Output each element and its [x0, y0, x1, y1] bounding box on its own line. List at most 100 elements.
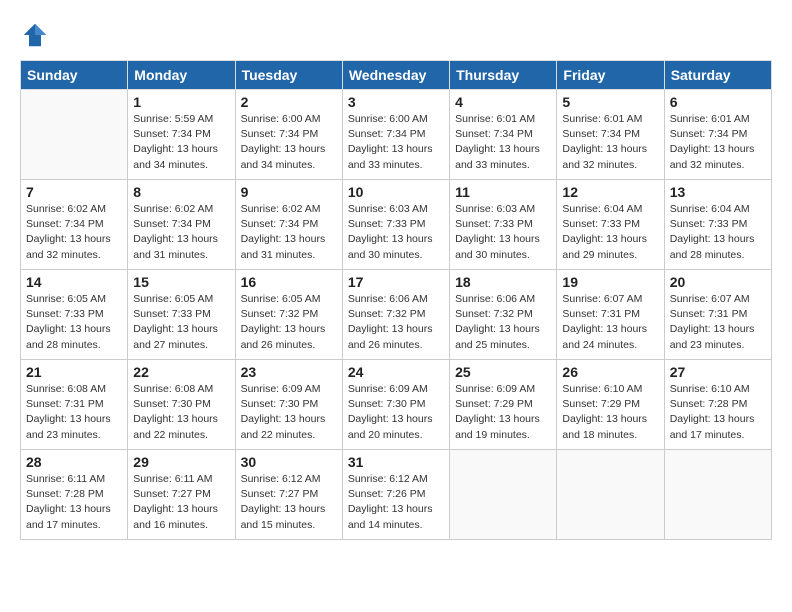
- calendar-cell: 18Sunrise: 6:06 AM Sunset: 7:32 PM Dayli…: [450, 270, 557, 360]
- calendar-cell: 5Sunrise: 6:01 AM Sunset: 7:34 PM Daylig…: [557, 90, 664, 180]
- day-info: Sunrise: 6:02 AM Sunset: 7:34 PM Dayligh…: [241, 202, 337, 263]
- day-number: 17: [348, 274, 444, 290]
- day-number: 20: [670, 274, 766, 290]
- weekday-monday: Monday: [128, 61, 235, 90]
- calendar-cell: 30Sunrise: 6:12 AM Sunset: 7:27 PM Dayli…: [235, 450, 342, 540]
- week-row-5: 28 Sunrise: 6:11 AM Sunset: 7:28 PM Dayli…: [21, 450, 772, 540]
- day-number: 29: [133, 454, 229, 470]
- day-info: Sunrise: 6:11 AM Sunset: 7:27 PM Dayligh…: [133, 472, 229, 533]
- calendar-cell: 27 Sunrise: 6:10 AM Sunset: 7:28 PM Dayli…: [664, 360, 771, 450]
- day-info: Sunrise: 6:12 AM Sunset: 7:27 PM Dayligh…: [241, 472, 337, 533]
- day-info: Sunrise: 6:06 AM Sunset: 7:32 PM Dayligh…: [348, 292, 444, 353]
- calendar-cell: 24 Sunrise: 6:09 AM Sunset: 7:30 PM Dayli…: [342, 360, 449, 450]
- calendar-cell: 19Sunrise: 6:07 AM Sunset: 7:31 PM Dayli…: [557, 270, 664, 360]
- day-info: Sunrise: 6:10 AM Sunset: 7:28 PM Dayligh…: [670, 382, 766, 443]
- day-number: 21: [26, 364, 122, 380]
- calendar-cell: 13 Sunrise: 6:04 AM Sunset: 7:33 PM Dayli…: [664, 180, 771, 270]
- day-info: Sunrise: 6:05 AM Sunset: 7:32 PM Dayligh…: [241, 292, 337, 353]
- day-info: Sunrise: 6:03 AM Sunset: 7:33 PM Dayligh…: [455, 202, 551, 263]
- calendar-cell: 14 Sunrise: 6:05 AM Sunset: 7:33 PM Dayli…: [21, 270, 128, 360]
- day-number: 12: [562, 184, 658, 200]
- day-number: 4: [455, 94, 551, 110]
- calendar-table: SundayMondayTuesdayWednesdayThursdayFrid…: [20, 60, 772, 540]
- day-number: 22: [133, 364, 229, 380]
- calendar-cell: [450, 450, 557, 540]
- weekday-thursday: Thursday: [450, 61, 557, 90]
- day-number: 13: [670, 184, 766, 200]
- day-info: Sunrise: 6:08 AM Sunset: 7:31 PM Dayligh…: [26, 382, 122, 443]
- day-info: Sunrise: 6:09 AM Sunset: 7:29 PM Dayligh…: [455, 382, 551, 443]
- week-row-3: 14 Sunrise: 6:05 AM Sunset: 7:33 PM Dayli…: [21, 270, 772, 360]
- calendar-cell: 11Sunrise: 6:03 AM Sunset: 7:33 PM Dayli…: [450, 180, 557, 270]
- week-row-4: 21 Sunrise: 6:08 AM Sunset: 7:31 PM Dayli…: [21, 360, 772, 450]
- day-info: Sunrise: 6:02 AM Sunset: 7:34 PM Dayligh…: [26, 202, 122, 263]
- calendar-cell: 20 Sunrise: 6:07 AM Sunset: 7:31 PM Dayli…: [664, 270, 771, 360]
- calendar-cell: 6 Sunrise: 6:01 AM Sunset: 7:34 PM Daylig…: [664, 90, 771, 180]
- weekday-saturday: Saturday: [664, 61, 771, 90]
- day-info: Sunrise: 6:07 AM Sunset: 7:31 PM Dayligh…: [670, 292, 766, 353]
- weekday-friday: Friday: [557, 61, 664, 90]
- day-number: 14: [26, 274, 122, 290]
- day-info: Sunrise: 6:04 AM Sunset: 7:33 PM Dayligh…: [562, 202, 658, 263]
- logo: [20, 20, 52, 50]
- calendar-cell: 4 Sunrise: 6:01 AM Sunset: 7:34 PM Daylig…: [450, 90, 557, 180]
- calendar-cell: 2 Sunrise: 6:00 AM Sunset: 7:34 PM Daylig…: [235, 90, 342, 180]
- calendar-cell: 8Sunrise: 6:02 AM Sunset: 7:34 PM Daylig…: [128, 180, 235, 270]
- day-info: Sunrise: 6:05 AM Sunset: 7:33 PM Dayligh…: [133, 292, 229, 353]
- calendar-cell: [21, 90, 128, 180]
- day-info: Sunrise: 6:11 AM Sunset: 7:28 PM Dayligh…: [26, 472, 122, 533]
- day-info: Sunrise: 6:00 AM Sunset: 7:34 PM Dayligh…: [348, 112, 444, 173]
- day-number: 10: [348, 184, 444, 200]
- day-info: Sunrise: 6:01 AM Sunset: 7:34 PM Dayligh…: [455, 112, 551, 173]
- day-info: Sunrise: 6:09 AM Sunset: 7:30 PM Dayligh…: [348, 382, 444, 443]
- day-number: 3: [348, 94, 444, 110]
- calendar-cell: 15 Sunrise: 6:05 AM Sunset: 7:33 PM Dayli…: [128, 270, 235, 360]
- day-number: 28: [26, 454, 122, 470]
- day-number: 6: [670, 94, 766, 110]
- day-number: 23: [241, 364, 337, 380]
- calendar-cell: 12 Sunrise: 6:04 AM Sunset: 7:33 PM Dayli…: [557, 180, 664, 270]
- calendar-cell: 26 Sunrise: 6:10 AM Sunset: 7:29 PM Dayli…: [557, 360, 664, 450]
- day-number: 1: [133, 94, 229, 110]
- week-row-1: 1 Sunrise: 5:59 AM Sunset: 7:34 PM Daylig…: [21, 90, 772, 180]
- header: [20, 20, 772, 50]
- day-info: Sunrise: 6:07 AM Sunset: 7:31 PM Dayligh…: [562, 292, 658, 353]
- day-number: 27: [670, 364, 766, 380]
- day-number: 18: [455, 274, 551, 290]
- calendar-cell: 3 Sunrise: 6:00 AM Sunset: 7:34 PM Daylig…: [342, 90, 449, 180]
- weekday-wednesday: Wednesday: [342, 61, 449, 90]
- day-number: 2: [241, 94, 337, 110]
- weekday-sunday: Sunday: [21, 61, 128, 90]
- calendar-cell: 25 Sunrise: 6:09 AM Sunset: 7:29 PM Dayli…: [450, 360, 557, 450]
- calendar-cell: 9Sunrise: 6:02 AM Sunset: 7:34 PM Daylig…: [235, 180, 342, 270]
- calendar-cell: 10 Sunrise: 6:03 AM Sunset: 7:33 PM Dayli…: [342, 180, 449, 270]
- calendar-cell: [664, 450, 771, 540]
- calendar-cell: 28 Sunrise: 6:11 AM Sunset: 7:28 PM Dayli…: [21, 450, 128, 540]
- day-number: 26: [562, 364, 658, 380]
- day-info: Sunrise: 6:01 AM Sunset: 7:34 PM Dayligh…: [670, 112, 766, 173]
- calendar-cell: 31Sunrise: 6:12 AM Sunset: 7:26 PM Dayli…: [342, 450, 449, 540]
- calendar-cell: [557, 450, 664, 540]
- day-info: Sunrise: 6:09 AM Sunset: 7:30 PM Dayligh…: [241, 382, 337, 443]
- day-info: Sunrise: 6:02 AM Sunset: 7:34 PM Dayligh…: [133, 202, 229, 263]
- day-number: 25: [455, 364, 551, 380]
- day-info: Sunrise: 6:10 AM Sunset: 7:29 PM Dayligh…: [562, 382, 658, 443]
- day-info: Sunrise: 6:01 AM Sunset: 7:34 PM Dayligh…: [562, 112, 658, 173]
- day-number: 15: [133, 274, 229, 290]
- day-number: 24: [348, 364, 444, 380]
- day-info: Sunrise: 6:05 AM Sunset: 7:33 PM Dayligh…: [26, 292, 122, 353]
- calendar-cell: 23 Sunrise: 6:09 AM Sunset: 7:30 PM Dayli…: [235, 360, 342, 450]
- calendar-cell: 16 Sunrise: 6:05 AM Sunset: 7:32 PM Dayli…: [235, 270, 342, 360]
- day-info: Sunrise: 6:00 AM Sunset: 7:34 PM Dayligh…: [241, 112, 337, 173]
- weekday-tuesday: Tuesday: [235, 61, 342, 90]
- page-container: SundayMondayTuesdayWednesdayThursdayFrid…: [0, 0, 792, 550]
- day-number: 16: [241, 274, 337, 290]
- calendar-cell: 29 Sunrise: 6:11 AM Sunset: 7:27 PM Dayli…: [128, 450, 235, 540]
- day-info: Sunrise: 6:12 AM Sunset: 7:26 PM Dayligh…: [348, 472, 444, 533]
- day-info: Sunrise: 6:08 AM Sunset: 7:30 PM Dayligh…: [133, 382, 229, 443]
- calendar-cell: 7Sunrise: 6:02 AM Sunset: 7:34 PM Daylig…: [21, 180, 128, 270]
- day-info: Sunrise: 6:04 AM Sunset: 7:33 PM Dayligh…: [670, 202, 766, 263]
- day-info: Sunrise: 5:59 AM Sunset: 7:34 PM Dayligh…: [133, 112, 229, 173]
- day-info: Sunrise: 6:03 AM Sunset: 7:33 PM Dayligh…: [348, 202, 444, 263]
- logo-icon: [20, 20, 50, 50]
